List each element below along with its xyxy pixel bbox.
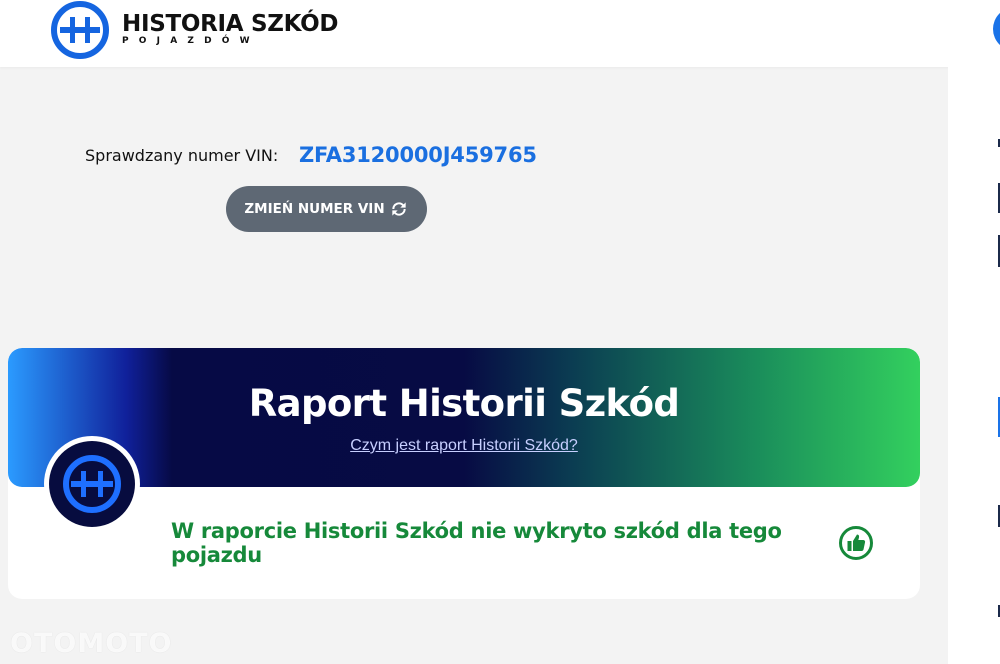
watermark-text: OTOMOTO: [10, 628, 173, 659]
report-badge-inner: [49, 441, 135, 527]
right-sidebar: [948, 67, 1000, 664]
account-button[interactable]: [993, 7, 1000, 51]
logo-subtitle: POJAZDÓW: [122, 36, 260, 46]
report-title: Raport Historii Szkód: [248, 382, 680, 425]
change-vin-label: ZMIEŃ NUMER VIN: [244, 201, 385, 217]
thumbs-up-icon: [838, 525, 874, 561]
report-info-link[interactable]: Czym jest raport Historii Szkód?: [8, 437, 920, 455]
report-result-text: W raporcie Historii Szkód nie wykryto sz…: [171, 519, 782, 567]
vin-value: ZFA3120000J459765: [299, 143, 537, 167]
site-header: HISTORIA SZKÓD POJAZDÓW: [0, 0, 1000, 67]
vin-label: Sprawdzany numer VIN:: [85, 146, 279, 165]
report-badge: [44, 436, 140, 532]
logo-title: HISTORIA SZKÓD: [122, 11, 339, 37]
refresh-icon: [391, 202, 406, 216]
hs-logo-icon: [63, 455, 121, 513]
report-banner: Raport Historii Szkód Czym jest raport H…: [8, 348, 920, 487]
hs-logo-icon[interactable]: [50, 0, 110, 60]
logo-wordmark[interactable]: HISTORIA SZKÓD POJAZDÓW: [122, 11, 338, 46]
change-vin-button[interactable]: ZMIEŃ NUMER VIN: [226, 186, 427, 232]
